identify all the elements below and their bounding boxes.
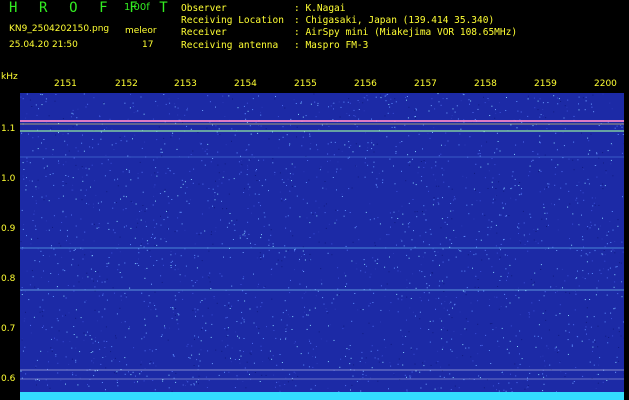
info-row-observer: Observer : K.Nagai — [181, 3, 517, 15]
y-tick-label: 0.6 — [1, 374, 16, 384]
meteor-count-value: 17 — [142, 40, 154, 50]
y-tick-label: 0.9 — [1, 224, 16, 234]
info-key: Receiving antenna — [181, 39, 279, 51]
header-panel: H R O F F T 1.00f KN9_2504202150.png 25.… — [0, 0, 629, 80]
spectrogram-background — [20, 93, 624, 400]
x-tick-label: 2200 — [594, 79, 617, 89]
x-tick-label: 2155 — [294, 79, 317, 89]
info-value: : Maspro FM-3 — [294, 39, 369, 51]
y-tick-label: 0.7 — [1, 324, 16, 334]
x-tick-label: 2154 — [234, 79, 257, 89]
y-axis-unit: kHz — [1, 72, 18, 82]
x-tick-label: 2156 — [354, 79, 377, 89]
y-tick-label: 1.0 — [1, 174, 16, 184]
station-info: Observer : K.Nagai Receiving Location : Ch… — [181, 3, 517, 52]
x-tick-label: 2158 — [474, 79, 497, 89]
info-value: : K.Nagai — [294, 3, 346, 14]
info-key: Receiving Location — [181, 15, 284, 27]
bottom-band — [20, 392, 624, 400]
filename-label: KN9_2504202150.png — [9, 24, 110, 34]
info-row-location: Receiving Location : Chigasaki, Japan (13… — [181, 15, 517, 27]
info-key: Receiver — [181, 27, 227, 39]
x-tick-label: 2151 — [54, 79, 77, 89]
x-tick-label: 2153 — [174, 79, 197, 89]
x-tick-label: 2152 — [115, 79, 138, 89]
timestamp-label: 25.04.20 21:50 — [9, 40, 78, 50]
x-tick-label: 2159 — [534, 79, 557, 89]
spectrogram-canvas — [20, 93, 624, 400]
meteor-count-label: meleor — [125, 26, 157, 36]
x-tick-label: 2157 — [414, 79, 437, 89]
info-value: : Chigasaki, Japan (139.414 35.340) — [294, 15, 495, 27]
info-value: : AirSpy mini (Miakejima VOR 108.65MHz) — [294, 27, 518, 39]
info-row-antenna: Receiving antenna : Maspro FM-3 — [181, 40, 517, 52]
y-tick-label: 1.1 — [1, 124, 16, 134]
spectrogram-plot — [20, 93, 624, 400]
info-key: Observer — [181, 3, 227, 14]
info-row-receiver: Receiver : AirSpy mini (Miakejima VOR 108… — [181, 27, 517, 39]
version-label: 1.00f — [124, 2, 150, 13]
y-tick-label: 0.8 — [1, 274, 16, 284]
